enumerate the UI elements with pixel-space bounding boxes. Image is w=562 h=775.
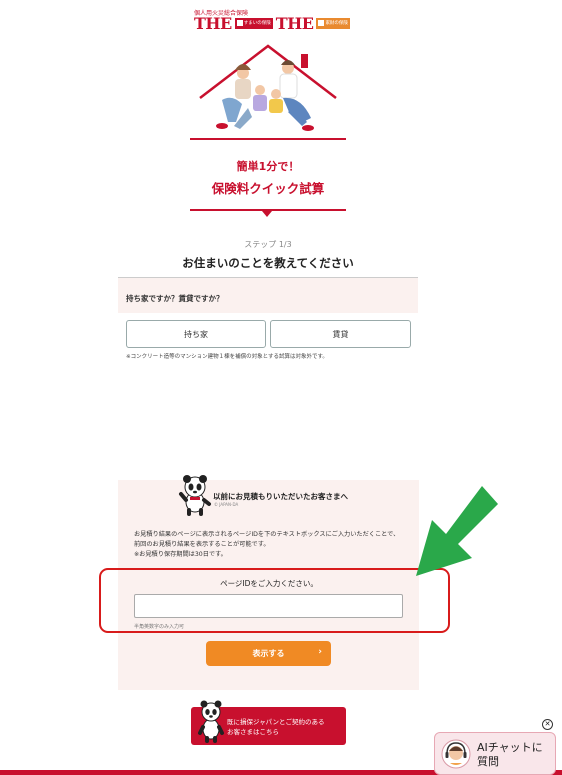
chevron-right-icon: › (318, 647, 322, 657)
close-icon[interactable]: ✕ (542, 719, 553, 730)
brand-the-1: THE (194, 13, 232, 33)
down-triangle-icon (262, 211, 272, 217)
option-owned-button[interactable]: 持ち家 (126, 320, 266, 348)
brand-tag-sumai-label: すまいの保険 (243, 20, 271, 26)
question-label: 持ち家ですか？賃貸ですか？ (126, 294, 224, 303)
lead-line-1: 簡単1分で！ (236, 160, 300, 173)
panda-mascot-icon (179, 475, 211, 516)
house-icon (318, 20, 325, 26)
brand-tag-kazai: 家財の保険 (316, 17, 350, 29)
brand-tag-kazai-label: 家財の保険 (325, 20, 348, 26)
ai-chat-line-1: AIチャットに (477, 741, 543, 754)
step-indicator: ステップ 1/3 (244, 240, 292, 249)
brand-the-2: THE (275, 13, 314, 33)
divider-top (190, 138, 346, 140)
operator-headset-icon (441, 739, 471, 769)
page-id-input[interactable] (134, 594, 403, 618)
lead-title: 保険料クイック試算 (211, 181, 325, 196)
mascot-caption: © JAPAN-DA (214, 502, 239, 507)
retrieve-description: お見積り結果のページに表示されるページIDを下のテキストボックスにご入力いただく… (134, 530, 404, 560)
ai-chat-button[interactable]: AIチャットに 質問 (434, 732, 556, 775)
retrieve-desc-2: ※お見積り保存期間は30日です。 (134, 551, 227, 558)
panda-mascot-icon (198, 700, 224, 743)
option-rent-button[interactable]: 賃貸 (270, 320, 411, 348)
show-button[interactable]: 表示する › (206, 641, 331, 666)
question-title: お住まいのことを教えてください (182, 256, 354, 270)
existing-contract-button[interactable]: 既に損保ジャパンとご契約のある お客さまはこちら (191, 700, 346, 745)
retrieve-title: 以前にお見積もりいただいたお客さまへ (213, 492, 348, 501)
house-icon (236, 20, 243, 26)
existing-contract-text: 既に損保ジャパンとご契約のある お客さまはこちら (227, 717, 325, 737)
family-house-illustration (199, 44, 337, 131)
brand-logo: THE すまいの保険 THE 家財の保険 (194, 13, 350, 33)
ai-chat-line-2: 質問 (477, 755, 499, 768)
show-button-label: 表示する (252, 649, 285, 658)
retrieve-desc-1: お見積り結果のページに表示されるページIDを下のテキストボックスにご入力いただく… (134, 531, 400, 548)
ai-chat-label: AIチャットに 質問 (477, 741, 543, 769)
brand-tag-sumai: すまいの保険 (234, 17, 273, 29)
existing-contract-line-2: お客さまはこちら (227, 728, 279, 736)
question-note: ※コンクリート造等のマンション建物１棟を補償の対象とする試算は対象外です。 (126, 354, 328, 360)
existing-contract-line-1: 既に損保ジャパンとご契約のある (227, 718, 325, 726)
page-id-label: ページIDをご入力ください。 (220, 579, 318, 588)
pointer-arrow-icon (416, 486, 498, 576)
page-id-hint: 半角英数字のみ入力可 (134, 624, 185, 630)
